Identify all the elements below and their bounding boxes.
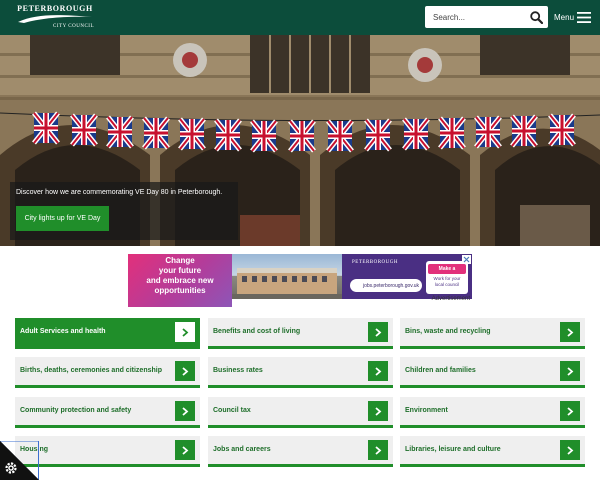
ve-day-button[interactable]: City lights up for VE Day xyxy=(16,206,109,231)
service-tile[interactable]: Births, deaths, ceremonies and citizensh… xyxy=(15,357,200,388)
service-tile-label: Jobs and careers xyxy=(213,446,271,453)
search-button[interactable] xyxy=(525,6,548,28)
ad-badge-heading: Make a difference xyxy=(428,264,466,282)
ad-badge: Make a difference Work for your local co… xyxy=(426,261,468,294)
logo-swoosh-icon xyxy=(18,15,92,23)
advertisement-banner[interactable]: Change your future and embrace new oppor… xyxy=(128,254,472,307)
ad-logo: PETERBOROUGH xyxy=(352,260,399,265)
service-tile[interactable]: Community protection and safety xyxy=(15,397,200,428)
service-tile-label: Community protection and safety xyxy=(20,407,132,414)
service-tile[interactable]: Libraries, leisure and culture xyxy=(400,436,585,467)
service-tile[interactable]: Benefits and cost of living xyxy=(208,318,393,349)
chevron-right-icon xyxy=(560,401,580,421)
service-tile[interactable]: Children and families xyxy=(400,357,585,388)
advertisement-label: Advertisement xyxy=(431,296,470,302)
chevron-right-icon xyxy=(560,361,580,381)
service-tile-label: Business rates xyxy=(213,367,263,374)
service-tile-label: Births, deaths, ceremonies and citizensh… xyxy=(20,367,162,374)
ad-close-button[interactable] xyxy=(462,255,471,264)
close-icon xyxy=(463,256,470,263)
service-tile[interactable]: Adult Services and health xyxy=(15,318,200,349)
search-input[interactable] xyxy=(425,6,523,28)
hero-banner: Discover how we are commemorating VE Day… xyxy=(0,35,600,246)
service-tile[interactable]: Business rates xyxy=(208,357,393,388)
service-tile-label: Benefits and cost of living xyxy=(213,328,301,335)
service-tile-label: Council tax xyxy=(213,407,251,414)
hero-caption-text: Discover how we are commemorating VE Day… xyxy=(16,189,223,196)
chevron-right-icon xyxy=(560,322,580,342)
hero-caption-box: Discover how we are commemorating VE Day… xyxy=(10,182,238,240)
site-header: PETERBOROUGH CITY COUNCIL Menu xyxy=(0,0,600,35)
ad-building-photo xyxy=(232,254,342,299)
gear-icon xyxy=(5,462,17,474)
ad-slogan: Change your future and embrace new oppor… xyxy=(146,256,214,295)
service-tile[interactable]: Environment xyxy=(400,397,585,428)
ad-badge-text: Work for your local council xyxy=(433,276,461,287)
service-tile-label: Libraries, leisure and culture xyxy=(405,446,501,453)
chevron-right-icon xyxy=(368,401,388,421)
menu-label: Menu xyxy=(554,12,575,22)
chevron-right-icon xyxy=(368,361,388,381)
chevron-right-icon xyxy=(175,401,195,421)
chevron-right-icon xyxy=(368,440,388,460)
search-icon xyxy=(530,10,543,24)
service-tile[interactable]: Jobs and careers xyxy=(208,436,393,467)
service-tile-label: Bins, waste and recycling xyxy=(405,328,491,335)
service-tile[interactable]: Council tax xyxy=(208,397,393,428)
menu-button[interactable]: Menu xyxy=(554,9,592,25)
hamburger-icon xyxy=(577,11,592,23)
chevron-right-icon xyxy=(175,322,195,342)
search-box xyxy=(425,6,548,28)
service-tile-label: Children and families xyxy=(405,367,476,374)
service-tile[interactable]: Bins, waste and recycling xyxy=(400,318,585,349)
cookie-settings-button[interactable] xyxy=(0,440,39,480)
ad-slogan-panel: Change your future and embrace new oppor… xyxy=(128,254,232,307)
chevron-right-icon xyxy=(175,440,195,460)
ad-url: jobs.peterborough.gov.uk xyxy=(350,279,422,292)
service-tile-label: Environment xyxy=(405,407,448,414)
service-tile[interactable]: Housing xyxy=(15,436,200,467)
chevron-right-icon xyxy=(368,322,388,342)
logo-subtitle: CITY COUNCIL xyxy=(53,24,94,29)
council-logo[interactable]: PETERBOROUGH CITY COUNCIL xyxy=(16,4,94,31)
service-tile-label: Adult Services and health xyxy=(20,328,106,335)
chevron-right-icon xyxy=(560,440,580,460)
chevron-right-icon xyxy=(175,361,195,381)
ad-brand-panel: PETERBOROUGH jobs.peterborough.gov.uk Ma… xyxy=(342,254,472,299)
logo-title: PETERBOROUGH xyxy=(17,4,93,13)
